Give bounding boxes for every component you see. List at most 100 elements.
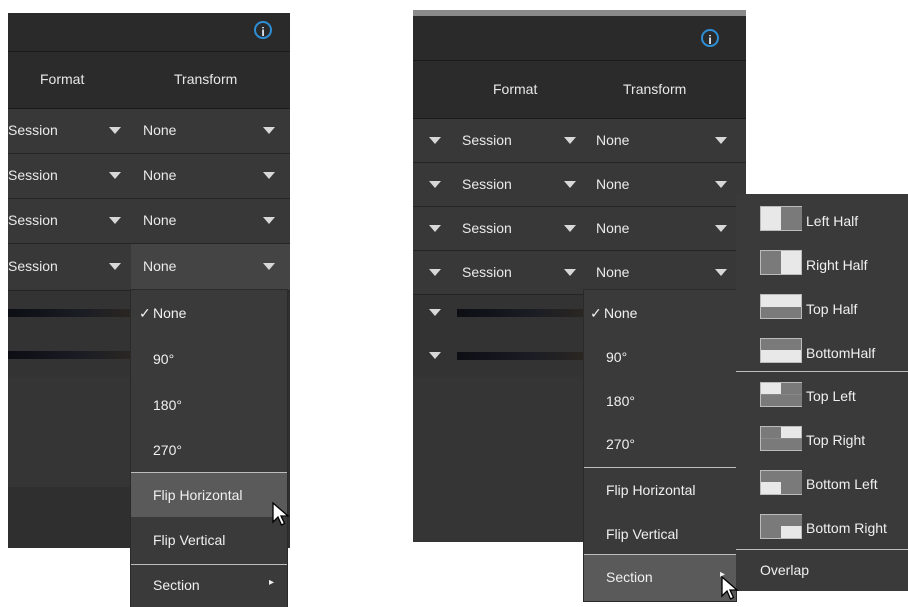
transform-select[interactable]: None xyxy=(143,167,176,183)
mouse-pointer-icon xyxy=(721,576,739,600)
menu-item-flip-vertical[interactable]: Flip Vertical xyxy=(131,518,287,563)
submenu-arrow-icon: ▸ xyxy=(269,577,275,588)
menu-item-none[interactable]: ✓ None xyxy=(131,290,287,336)
empty-area xyxy=(8,377,131,487)
submenu-item-bottom-half[interactable]: BottomHalf xyxy=(736,326,908,370)
format-select[interactable]: Session xyxy=(8,258,58,274)
format-column-header[interactable]: Format xyxy=(493,81,537,97)
chevron-down-icon[interactable] xyxy=(715,181,727,188)
chevron-down-icon[interactable] xyxy=(109,263,121,270)
chevron-down-icon[interactable] xyxy=(263,127,275,134)
format-column-header[interactable]: Format xyxy=(40,71,84,87)
info-icon[interactable]: i xyxy=(254,21,272,39)
menu-item-90[interactable]: 90° xyxy=(584,335,736,379)
menu-item-label: 270° xyxy=(153,442,182,458)
menu-item-label: 270° xyxy=(606,436,635,452)
chevron-down-icon[interactable] xyxy=(715,225,727,232)
menu-item-flip-horizontal[interactable]: Flip Horizontal xyxy=(584,468,736,512)
transform-dropdown-menu: ✓ None 90° 180° 270° Flip Horizontal Fli… xyxy=(584,290,736,601)
menu-item-90[interactable]: 90° xyxy=(131,336,287,382)
menu-item-label: Section xyxy=(153,577,200,593)
table-row: Session None xyxy=(8,154,290,199)
mouse-pointer-icon xyxy=(272,502,290,526)
transform-select-value: None xyxy=(143,258,177,274)
menu-item-270[interactable]: 270° xyxy=(131,428,287,472)
format-select[interactable]: Session xyxy=(462,176,512,192)
menu-item-flip-vertical[interactable]: Flip Vertical xyxy=(584,512,736,554)
chevron-down-icon[interactable] xyxy=(429,269,441,276)
transform-select[interactable]: None xyxy=(596,220,629,236)
preview-track xyxy=(8,291,131,377)
menu-item-180[interactable]: 180° xyxy=(584,379,736,423)
table-row: Session None xyxy=(8,109,290,154)
menu-item-flip-horizontal[interactable]: Flip Horizontal xyxy=(131,473,287,517)
transform-select[interactable]: None xyxy=(596,176,629,192)
menu-item-label: 90° xyxy=(153,351,175,367)
section-submenu: Left Half Right Half Top Half BottomHalf… xyxy=(736,194,908,591)
format-select[interactable]: Session xyxy=(8,212,58,228)
chevron-down-icon[interactable] xyxy=(564,225,576,232)
chevron-down-icon[interactable] xyxy=(109,127,121,134)
submenu-item-left-half[interactable]: Left Half xyxy=(736,194,908,238)
submenu-item-top-left[interactable]: Top Left xyxy=(736,372,908,416)
format-select[interactable]: Session xyxy=(8,167,58,183)
submenu-item-overlap[interactable]: Overlap xyxy=(736,550,908,591)
menu-item-label: 180° xyxy=(153,397,182,413)
chevron-down-icon[interactable] xyxy=(429,225,441,232)
chevron-down-icon[interactable] xyxy=(263,217,275,224)
chevron-down-icon[interactable] xyxy=(429,137,441,144)
chevron-down-icon[interactable] xyxy=(263,263,275,270)
bottom-right-icon xyxy=(760,514,802,539)
table-row: Session None xyxy=(413,251,746,295)
bottom-left-icon xyxy=(760,470,802,495)
preview-track xyxy=(413,295,583,377)
top-half-icon xyxy=(760,294,802,319)
transform-select[interactable]: None xyxy=(143,212,176,228)
format-select[interactable]: Session xyxy=(462,132,512,148)
submenu-item-top-right[interactable]: Top Right xyxy=(736,416,908,460)
menu-item-section[interactable]: Section ▸ xyxy=(584,555,736,601)
submenu-item-bottom-left[interactable]: Bottom Left xyxy=(736,460,908,504)
menu-item-270[interactable]: 270° xyxy=(584,423,736,466)
menu-item-none[interactable]: ✓ None xyxy=(584,290,736,335)
transform-column-header[interactable]: Transform xyxy=(174,71,237,87)
right-column-header: Format Transform xyxy=(413,61,746,119)
submenu-item-bottom-right[interactable]: Bottom Right xyxy=(736,504,908,548)
chevron-down-icon[interactable] xyxy=(564,269,576,276)
chevron-down-icon[interactable] xyxy=(715,137,727,144)
chevron-down-icon[interactable] xyxy=(564,137,576,144)
menu-item-label: Flip Horizontal xyxy=(153,487,243,503)
table-row: Session None xyxy=(413,207,746,251)
transform-select[interactable]: None xyxy=(143,122,176,138)
chevron-down-icon[interactable] xyxy=(263,172,275,179)
chevron-down-icon[interactable] xyxy=(715,269,727,276)
format-select[interactable]: Session xyxy=(462,264,512,280)
menu-item-label: Flip Vertical xyxy=(153,532,226,548)
chevron-down-icon[interactable] xyxy=(109,217,121,224)
menu-item-label: None xyxy=(153,305,187,321)
transform-column-header[interactable]: Transform xyxy=(623,81,686,97)
menu-item-180[interactable]: 180° xyxy=(131,382,287,428)
menu-item-section[interactable]: Section ▸ xyxy=(131,565,287,607)
transform-select[interactable]: None xyxy=(596,264,629,280)
left-half-icon xyxy=(760,206,802,231)
right-half-icon xyxy=(760,250,802,275)
menu-item-label: Flip Horizontal xyxy=(606,482,696,498)
info-icon[interactable]: i xyxy=(701,29,719,47)
format-select[interactable]: Session xyxy=(462,220,512,236)
transform-select-open[interactable]: None xyxy=(131,244,290,290)
chevron-down-icon[interactable] xyxy=(109,172,121,179)
submenu-item-right-half[interactable]: Right Half xyxy=(736,238,908,282)
chevron-down-icon[interactable] xyxy=(429,309,441,316)
submenu-item-label: Overlap xyxy=(760,562,810,578)
chevron-down-icon[interactable] xyxy=(564,181,576,188)
submenu-item-label: Top Half xyxy=(806,301,858,317)
submenu-item-top-half[interactable]: Top Half xyxy=(736,282,908,326)
preview-bar xyxy=(8,351,131,359)
transform-select[interactable]: None xyxy=(596,132,629,148)
chevron-down-icon[interactable] xyxy=(429,181,441,188)
submenu-item-label: BottomHalf xyxy=(806,345,876,361)
format-select[interactable]: Session xyxy=(8,122,58,138)
chevron-down-icon[interactable] xyxy=(429,352,441,359)
preview-bar xyxy=(457,352,583,360)
